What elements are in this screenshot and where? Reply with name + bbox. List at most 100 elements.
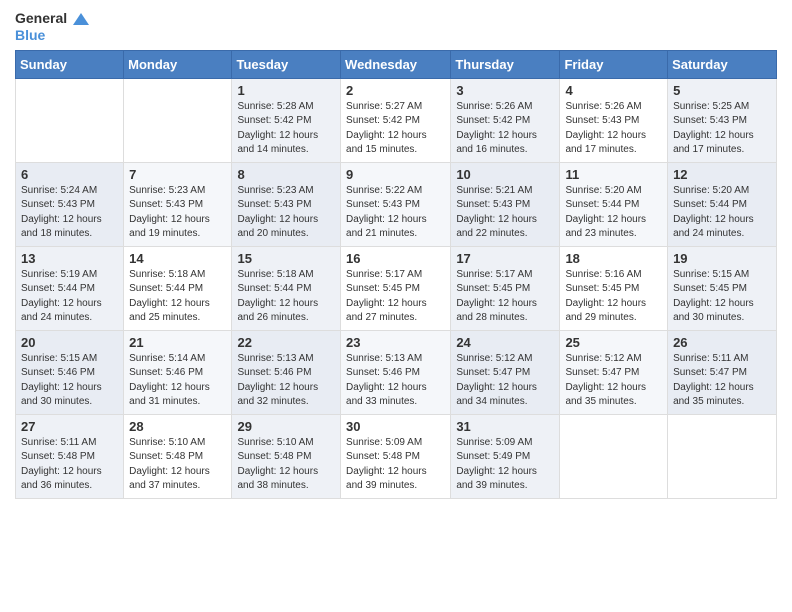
calendar-cell: 11 Sunrise: 5:20 AM Sunset: 5:44 PM Dayli… [560, 162, 668, 246]
day-number: 18 [565, 251, 662, 266]
col-header-friday: Friday [560, 50, 668, 78]
col-header-wednesday: Wednesday [341, 50, 451, 78]
calendar-cell: 2Sunrise: 5:27 AM Sunset: 5:42 PM Daylig… [341, 78, 451, 162]
day-number: 10 [456, 167, 554, 182]
day-number: 8 [237, 167, 335, 182]
calendar-cell: 6 Sunrise: 5:24 AM Sunset: 5:43 PM Daylig… [16, 162, 124, 246]
day-number: 21 [129, 335, 226, 350]
day-info: Sunrise: 5:15 AM Sunset: 5:46 PM Dayligh… [21, 352, 118, 410]
day-info: Sunrise: 5:24 AM Sunset: 5:43 PM Dayligh… [21, 184, 118, 242]
day-number: 30 [346, 419, 445, 434]
day-number: 14 [129, 251, 226, 266]
calendar: SundayMondayTuesdayWednesdayThursdayFrid… [15, 50, 777, 499]
day-number: 11 [565, 167, 662, 182]
day-info: Sunrise: 5:20 AM Sunset: 5:44 PM Dayligh… [673, 184, 771, 242]
day-info: Sunrise: 5:13 AM Sunset: 5:46 PM Dayligh… [237, 352, 335, 410]
calendar-cell: 3 Sunrise: 5:26 AM Sunset: 5:42 PM Daylig… [451, 78, 560, 162]
calendar-cell: 21 Sunrise: 5:14 AM Sunset: 5:46 PM Dayli… [124, 330, 232, 414]
day-number: 3 [456, 83, 554, 98]
col-header-thursday: Thursday [451, 50, 560, 78]
day-info: Sunrise: 5:13 AM Sunset: 5:46 PM Dayligh… [346, 352, 445, 410]
calendar-cell: 20 Sunrise: 5:15 AM Sunset: 5:46 PM Dayli… [16, 330, 124, 414]
calendar-week-2: 6 Sunrise: 5:24 AM Sunset: 5:43 PM Daylig… [16, 162, 777, 246]
day-info: Sunrise: 5:25 AM Sunset: 5:43 PM Dayligh… [673, 100, 771, 158]
day-number: 17 [456, 251, 554, 266]
day-number: 31 [456, 419, 554, 434]
calendar-cell: 26 Sunrise: 5:11 AM Sunset: 5:47 PM Dayli… [668, 330, 777, 414]
calendar-cell: 5Sunrise: 5:25 AM Sunset: 5:43 PM Daylig… [668, 78, 777, 162]
day-info: Sunrise: 5:17 AM Sunset: 5:45 PM Dayligh… [346, 268, 445, 326]
day-number: 13 [21, 251, 118, 266]
day-info: Sunrise: 5:22 AM Sunset: 5:43 PM Dayligh… [346, 184, 445, 242]
col-header-saturday: Saturday [668, 50, 777, 78]
calendar-cell: 22 Sunrise: 5:13 AM Sunset: 5:46 PM Dayli… [232, 330, 341, 414]
logo: General Blue [15, 10, 89, 44]
day-info: Sunrise: 5:21 AM Sunset: 5:43 PM Dayligh… [456, 184, 554, 242]
logo-general: General [15, 10, 89, 27]
day-info: Sunrise: 5:23 AM Sunset: 5:43 PM Dayligh… [129, 184, 226, 242]
calendar-week-3: 13 Sunrise: 5:19 AM Sunset: 5:44 PM Dayli… [16, 246, 777, 330]
calendar-header-row: SundayMondayTuesdayWednesdayThursdayFrid… [16, 50, 777, 78]
day-info: Sunrise: 5:11 AM Sunset: 5:48 PM Dayligh… [21, 436, 118, 494]
day-info: Sunrise: 5:18 AM Sunset: 5:44 PM Dayligh… [129, 268, 226, 326]
col-header-tuesday: Tuesday [232, 50, 341, 78]
calendar-cell: 18 Sunrise: 5:16 AM Sunset: 5:45 PM Dayli… [560, 246, 668, 330]
day-number: 26 [673, 335, 771, 350]
calendar-cell: 25 Sunrise: 5:12 AM Sunset: 5:47 PM Dayli… [560, 330, 668, 414]
day-info: Sunrise: 5:19 AM Sunset: 5:44 PM Dayligh… [21, 268, 118, 326]
day-number: 4 [565, 83, 662, 98]
day-info: Sunrise: 5:28 AM Sunset: 5:42 PM Dayligh… [237, 100, 335, 158]
day-info: Sunrise: 5:12 AM Sunset: 5:47 PM Dayligh… [456, 352, 554, 410]
day-info: Sunrise: 5:11 AM Sunset: 5:47 PM Dayligh… [673, 352, 771, 410]
day-number: 1 [237, 83, 335, 98]
page: General Blue SundayMondayTuesdayWednesda… [0, 0, 792, 612]
calendar-cell [560, 414, 668, 498]
day-info: Sunrise: 5:18 AM Sunset: 5:44 PM Dayligh… [237, 268, 335, 326]
calendar-cell: 19 Sunrise: 5:15 AM Sunset: 5:45 PM Dayli… [668, 246, 777, 330]
calendar-cell: 12 Sunrise: 5:20 AM Sunset: 5:44 PM Dayli… [668, 162, 777, 246]
day-number: 16 [346, 251, 445, 266]
day-info: Sunrise: 5:23 AM Sunset: 5:43 PM Dayligh… [237, 184, 335, 242]
day-number: 23 [346, 335, 445, 350]
calendar-cell: 16 Sunrise: 5:17 AM Sunset: 5:45 PM Dayli… [341, 246, 451, 330]
day-info: Sunrise: 5:27 AM Sunset: 5:42 PM Dayligh… [346, 100, 445, 158]
calendar-cell: 14 Sunrise: 5:18 AM Sunset: 5:44 PM Dayli… [124, 246, 232, 330]
calendar-cell [668, 414, 777, 498]
col-header-sunday: Sunday [16, 50, 124, 78]
day-info: Sunrise: 5:12 AM Sunset: 5:47 PM Dayligh… [565, 352, 662, 410]
day-info: Sunrise: 5:17 AM Sunset: 5:45 PM Dayligh… [456, 268, 554, 326]
calendar-cell [16, 78, 124, 162]
header: General Blue [15, 10, 777, 44]
day-number: 24 [456, 335, 554, 350]
day-number: 22 [237, 335, 335, 350]
day-info: Sunrise: 5:15 AM Sunset: 5:45 PM Dayligh… [673, 268, 771, 326]
calendar-cell: 28Sunrise: 5:10 AM Sunset: 5:48 PM Dayli… [124, 414, 232, 498]
calendar-cell: 7 Sunrise: 5:23 AM Sunset: 5:43 PM Daylig… [124, 162, 232, 246]
day-number: 19 [673, 251, 771, 266]
day-info: Sunrise: 5:20 AM Sunset: 5:44 PM Dayligh… [565, 184, 662, 242]
day-number: 20 [21, 335, 118, 350]
day-number: 6 [21, 167, 118, 182]
day-number: 12 [673, 167, 771, 182]
calendar-cell: 4 Sunrise: 5:26 AM Sunset: 5:43 PM Daylig… [560, 78, 668, 162]
day-info: Sunrise: 5:09 AM Sunset: 5:49 PM Dayligh… [456, 436, 554, 494]
calendar-cell: 30Sunrise: 5:09 AM Sunset: 5:48 PM Dayli… [341, 414, 451, 498]
day-info: Sunrise: 5:26 AM Sunset: 5:42 PM Dayligh… [456, 100, 554, 158]
calendar-cell: 10 Sunrise: 5:21 AM Sunset: 5:43 PM Dayli… [451, 162, 560, 246]
calendar-cell: 13 Sunrise: 5:19 AM Sunset: 5:44 PM Dayli… [16, 246, 124, 330]
day-info: Sunrise: 5:14 AM Sunset: 5:46 PM Dayligh… [129, 352, 226, 410]
calendar-cell: 27Sunrise: 5:11 AM Sunset: 5:48 PM Dayli… [16, 414, 124, 498]
calendar-cell: 23 Sunrise: 5:13 AM Sunset: 5:46 PM Dayli… [341, 330, 451, 414]
day-info: Sunrise: 5:16 AM Sunset: 5:45 PM Dayligh… [565, 268, 662, 326]
calendar-cell: 8 Sunrise: 5:23 AM Sunset: 5:43 PM Daylig… [232, 162, 341, 246]
calendar-cell: 17 Sunrise: 5:17 AM Sunset: 5:45 PM Dayli… [451, 246, 560, 330]
day-number: 25 [565, 335, 662, 350]
col-header-monday: Monday [124, 50, 232, 78]
day-number: 9 [346, 167, 445, 182]
day-info: Sunrise: 5:26 AM Sunset: 5:43 PM Dayligh… [565, 100, 662, 158]
day-info: Sunrise: 5:10 AM Sunset: 5:48 PM Dayligh… [237, 436, 335, 494]
calendar-week-4: 20 Sunrise: 5:15 AM Sunset: 5:46 PM Dayli… [16, 330, 777, 414]
calendar-cell: 15Sunrise: 5:18 AM Sunset: 5:44 PM Dayli… [232, 246, 341, 330]
calendar-cell: 9 Sunrise: 5:22 AM Sunset: 5:43 PM Daylig… [341, 162, 451, 246]
day-number: 7 [129, 167, 226, 182]
